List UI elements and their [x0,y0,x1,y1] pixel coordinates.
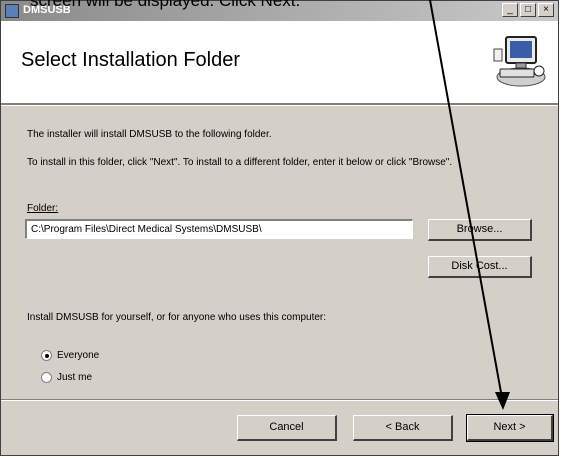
intro-text: The installer will install DMSUSB to the… [27,129,272,140]
minimize-button[interactable]: _ [502,3,518,17]
everyone-radio[interactable] [41,350,52,361]
everyone-label[interactable]: Everyone [57,350,99,361]
computer-setup-icon [493,36,546,87]
header-separator [1,104,558,106]
browse-button[interactable]: Browse... [428,219,532,241]
back-button[interactable]: < Back [353,415,453,441]
disk-cost-button[interactable]: Disk Cost... [428,256,532,278]
folder-path-input[interactable]: C:\Program Files\Direct Medical Systems\… [25,219,413,239]
just-me-label[interactable]: Just me [57,372,92,383]
maximize-button[interactable]: □ [520,3,536,17]
folder-label: Folder: [27,203,59,214]
footer-separator [1,399,558,401]
instructions-text: To install in this folder, click "Next".… [27,157,453,168]
installer-icon [5,4,19,18]
just-me-radio[interactable] [41,372,52,383]
next-button[interactable]: Next > [466,414,554,442]
page-title: Select Installation Folder [21,49,241,71]
radio-selected-dot [45,354,49,358]
cancel-button[interactable]: Cancel [237,415,337,441]
installer-window: DMSUSB _ □ × Select Installation Folder … [0,0,559,456]
header-banner: Select Installation Folder [1,21,558,104]
close-button[interactable]: × [538,3,554,17]
install-for-text: Install DMSUSB for yourself, or for anyo… [27,312,327,323]
instruction-caption: screen will be displayed. Click Next. [30,0,301,10]
